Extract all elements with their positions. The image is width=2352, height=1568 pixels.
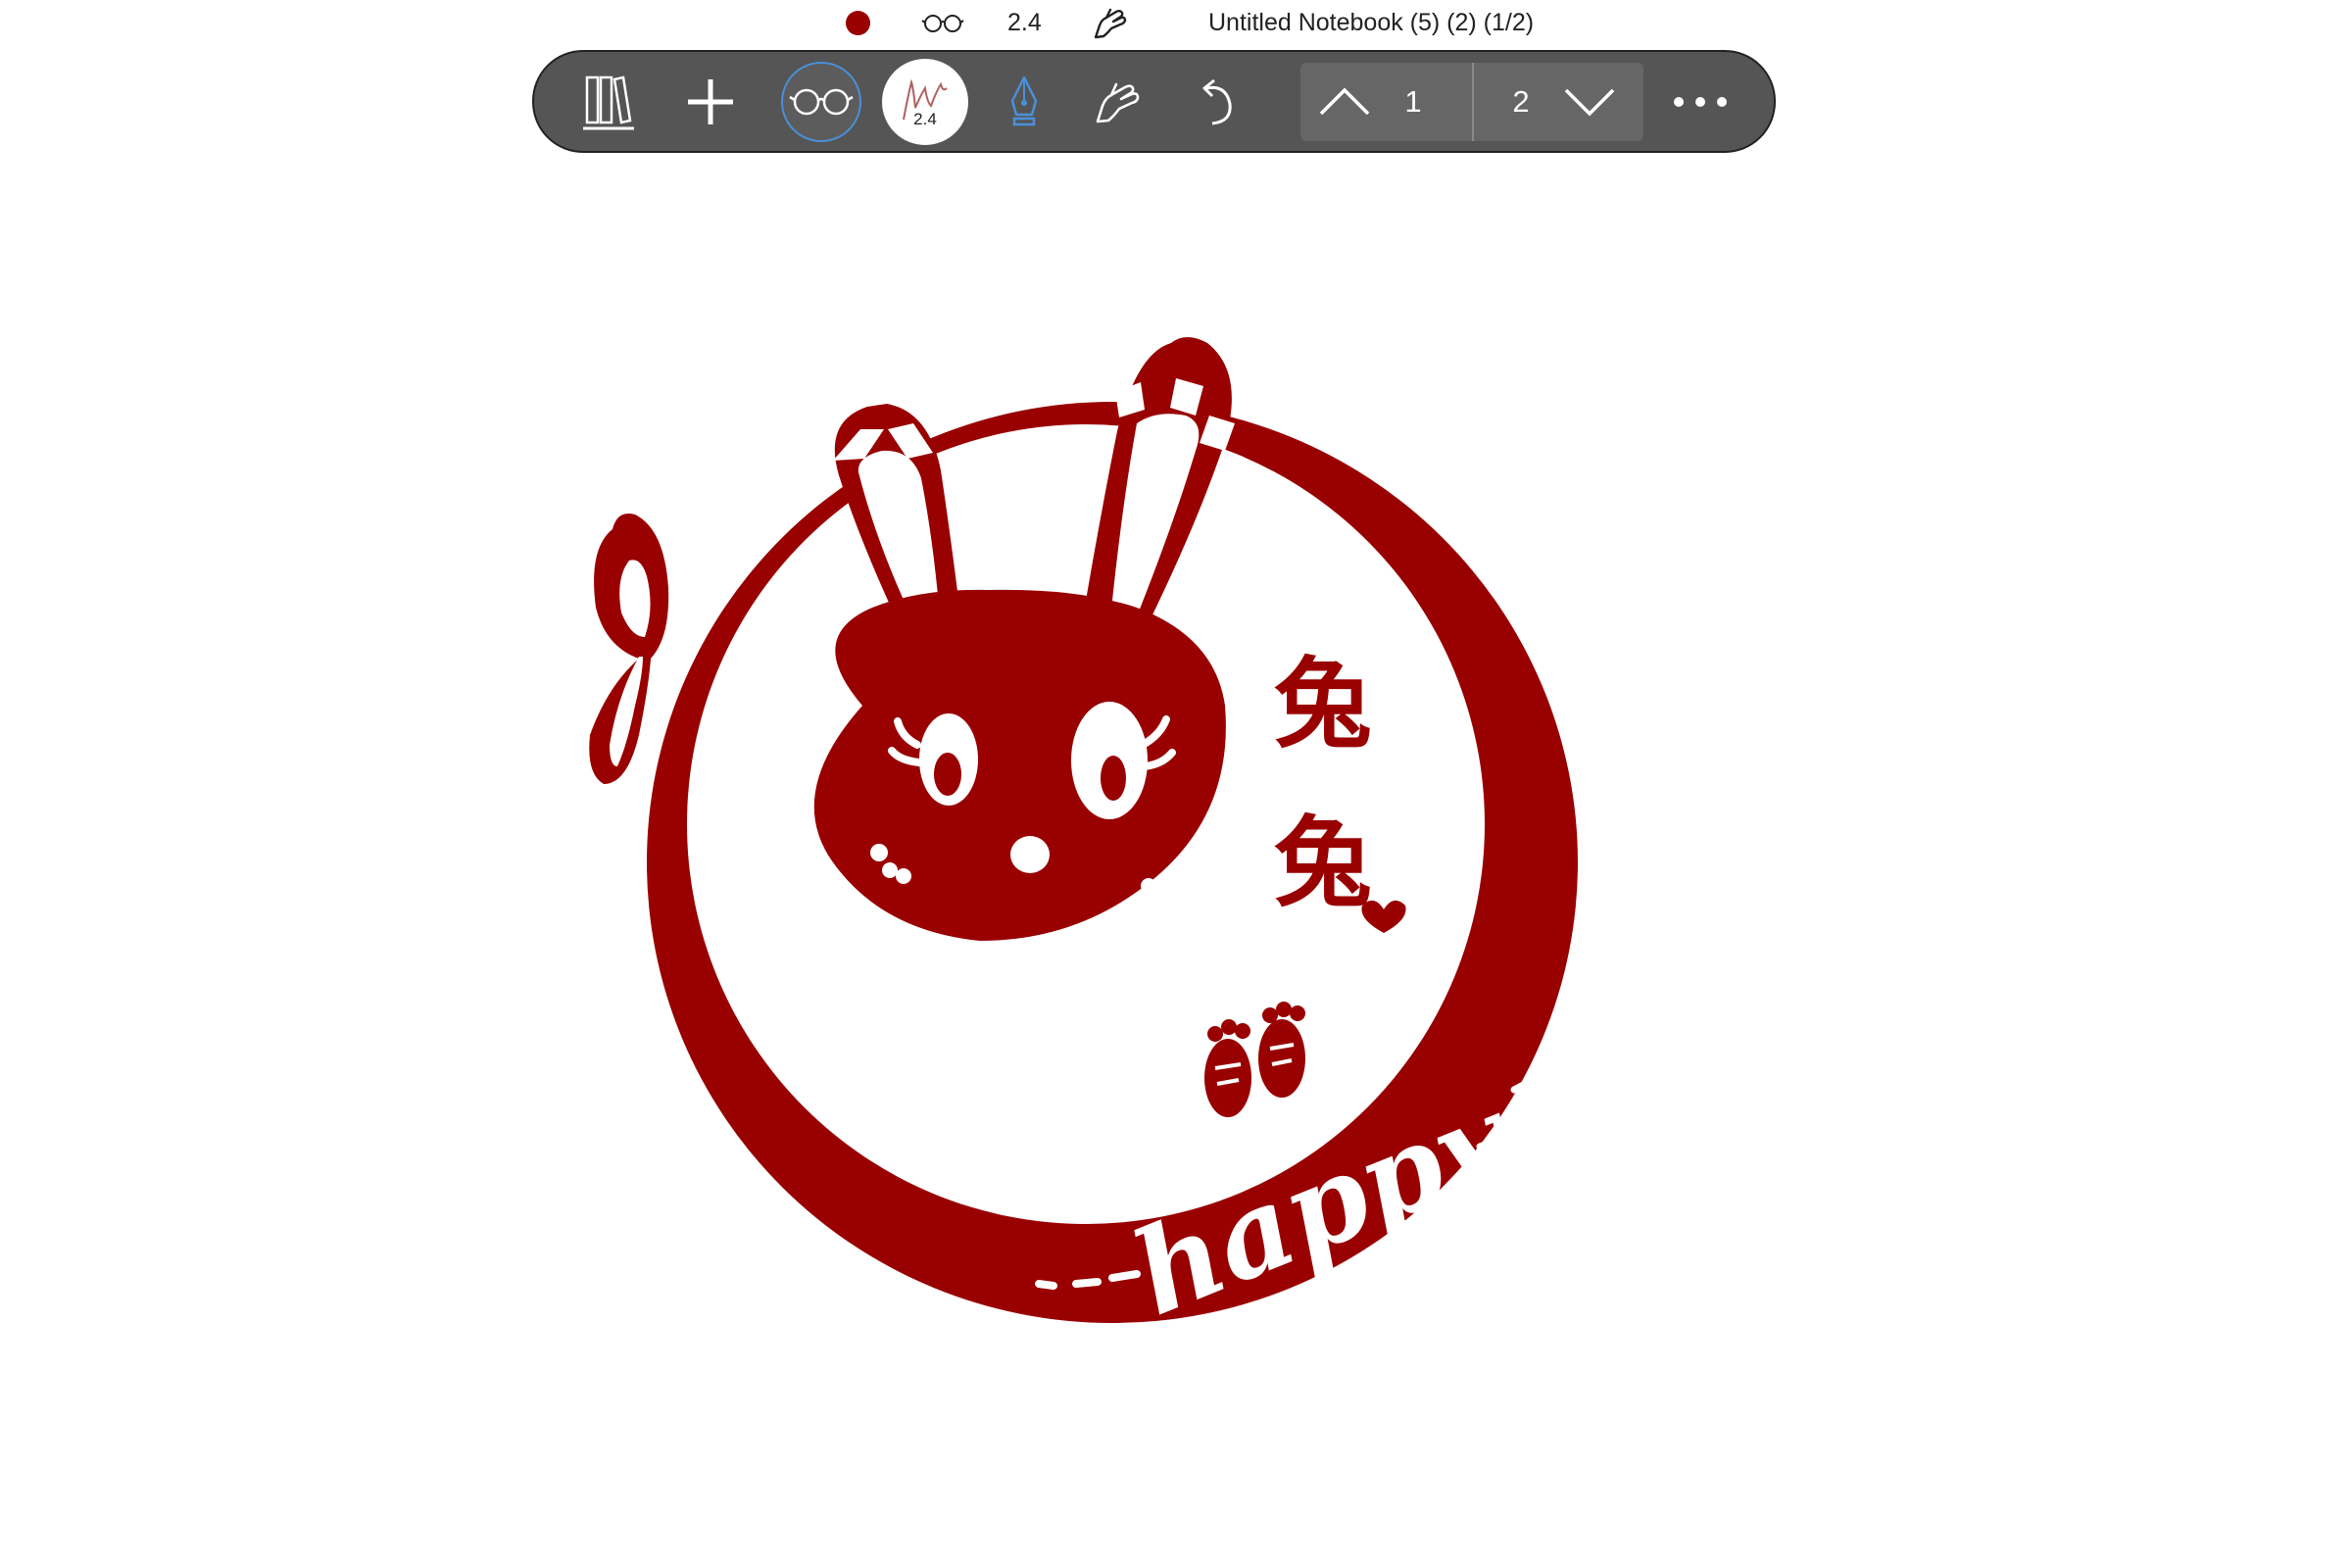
more-button[interactable] [1661,52,1740,151]
undo-icon [1202,78,1232,124]
glasses-icon[interactable] [921,13,964,34]
pen-width-label: 2.4 [1007,9,1042,36]
hand-touch-icon[interactable] [1090,4,1129,41]
chinese-char-2: 兔 [1274,805,1372,920]
notebook-page: 2.4 Untitled Notebook (5) (2) (1/2) 2.4 … [0,0,2352,1568]
more-dots-icon [1674,96,1727,107]
undo-button[interactable] [1181,52,1250,151]
page-navigator: 1 2 [1300,63,1643,141]
add-page-button[interactable] [671,52,750,151]
status-bar: 2.4 Untitled Notebook (5) (2) (1/2) [0,0,2352,47]
glasses-icon [789,88,854,115]
color-dot-icon[interactable] [846,11,870,35]
pen-preview-size: 2.4 [913,109,937,128]
current-page-number: 1 [1404,84,1422,119]
books-icon [583,74,634,129]
pager-divider [1472,63,1474,141]
prev-page-button[interactable] [1310,63,1379,141]
library-button[interactable] [569,52,648,151]
fountain-pen-icon [1010,75,1038,125]
fountain-pen-button[interactable] [995,52,1054,151]
chinese-char-1: 兔 [1274,646,1372,761]
reader-mode-button[interactable] [777,52,865,151]
plus-icon [688,78,733,124]
hand-touch-icon [1096,82,1140,122]
pen-stroke-preview-icon [903,77,948,120]
main-toolbar: 2.4 1 2 [532,50,1776,153]
notebook-title: Untitled Notebook (5) (2) (1/2) [1208,9,1535,36]
next-page-number: 2 [1512,84,1530,119]
pen-preview: 2.4 [882,58,968,145]
next-page-button[interactable] [1555,63,1624,141]
chevron-down-icon [1564,88,1615,117]
chevron-up-icon [1319,87,1370,116]
pen-preview-button[interactable]: 2.4 [881,52,969,151]
touch-mode-button[interactable] [1078,52,1156,151]
